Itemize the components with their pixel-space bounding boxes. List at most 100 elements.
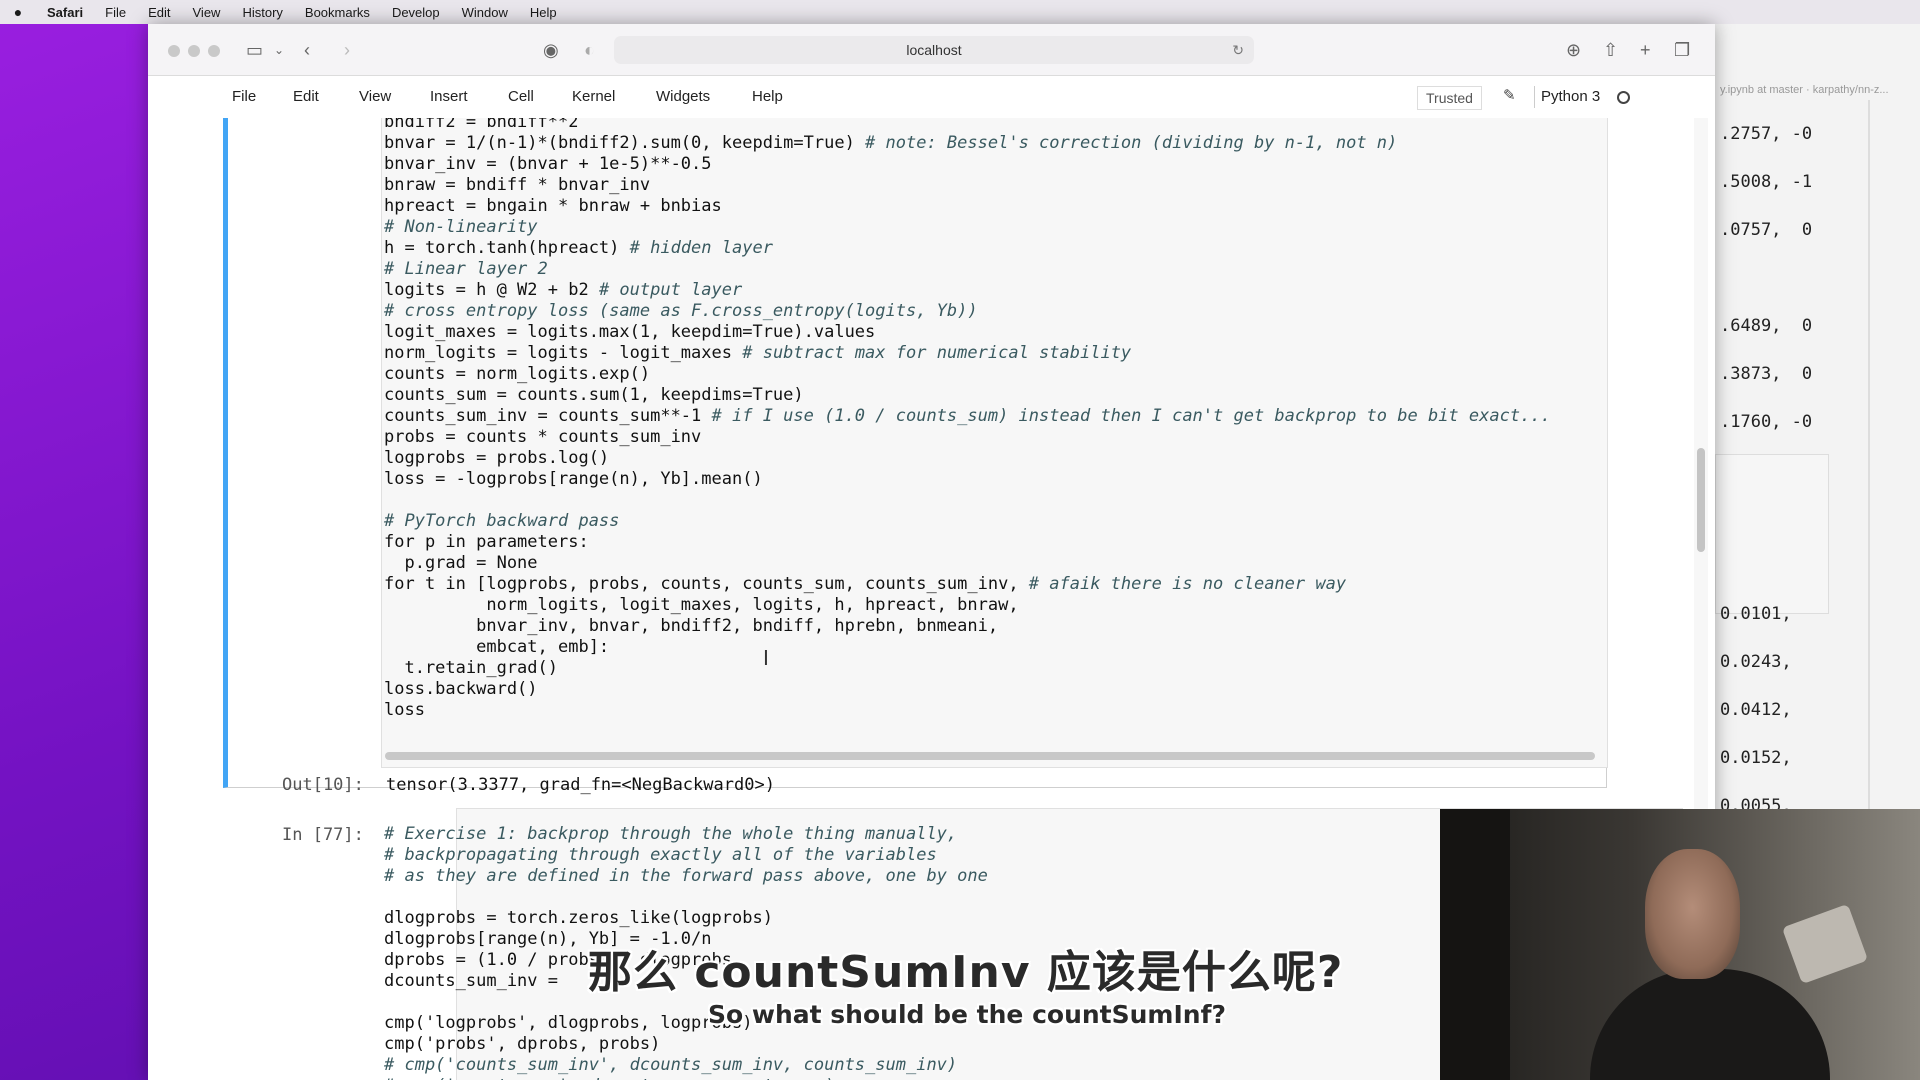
code-line: for p in parameters:	[384, 532, 589, 552]
menu-edit[interactable]: Edit	[137, 5, 181, 20]
back-icon[interactable]: ‹	[304, 38, 310, 62]
code-line: for t in [logprobs, probs, counts, count…	[384, 574, 1347, 594]
code-line: loss	[384, 700, 425, 720]
address-bar[interactable]: localhost ↻	[614, 36, 1254, 64]
code-line: embcat, emb]:	[384, 637, 610, 657]
jupyter-menu-edit[interactable]: Edit	[293, 76, 319, 118]
code-line: # cross entropy loss (same as F.cross_en…	[384, 301, 978, 321]
safari-toolbar: ▭ ⌄ ‹ › ◉ ◐ localhost ↻ ⊕ ⇧ + ❐	[148, 24, 1715, 76]
window-zoom-button[interactable]	[208, 45, 220, 57]
background-value: .6489, 0	[1720, 316, 1813, 336]
shield-icon[interactable]: ◐	[584, 38, 595, 62]
apple-icon[interactable]: ●	[0, 4, 36, 20]
code-line: logit_maxes = logits.max(1, keepdim=True…	[384, 322, 876, 342]
code-cell-1-source[interactable]: bndiff2 = bndiff**2 bnvar = 1/(n-1)*(bndi…	[384, 118, 1551, 721]
code-line: # PyTorch backward pass	[384, 511, 620, 531]
code-line: # cmp('counts_sum', dcounts_sum, counts_…	[384, 1076, 988, 1080]
code-line: bnvar = 1/(n-1)*(bndiff2).sum(0, keepdim…	[384, 133, 1398, 153]
download-icon[interactable]: ⊕	[1566, 38, 1581, 62]
code-line: # Non-linearity	[384, 217, 538, 237]
cell-output: tensor(3.3377, grad_fn=<NegBackward0>)	[386, 775, 775, 795]
code-line: logprobs = probs.log()	[384, 448, 610, 468]
code-line: bndiff2 = bndiff**2	[384, 118, 579, 132]
code-line: probs = counts * counts_sum_inv	[384, 427, 702, 447]
background-value: .2757, -0	[1720, 124, 1813, 144]
kernel-status-icon	[1617, 91, 1630, 104]
menu-help[interactable]: Help	[519, 5, 568, 20]
jupyter-menu-kernel[interactable]: Kernel	[572, 76, 615, 118]
tab-overview-icon[interactable]: ❐	[1674, 38, 1690, 62]
menu-file[interactable]: File	[94, 5, 137, 20]
background-value: 0.0243,	[1720, 652, 1792, 672]
privacy-report-icon[interactable]: ◉	[543, 38, 559, 62]
code-line: cmp('probs', dprobs, probs)	[384, 1034, 661, 1054]
code-line: loss = -logprobs[range(n), Yb].mean()	[384, 469, 763, 489]
notebook-scrollbar-thumb[interactable]	[1697, 448, 1705, 552]
background-value: .1760, -0	[1720, 412, 1813, 432]
new-tab-icon[interactable]: +	[1640, 38, 1651, 62]
background-output-values: .2757, -0 .5008, -1 .0757, 0 .6489, 0 .3…	[1720, 110, 1812, 830]
background-value: .5008, -1	[1720, 172, 1813, 192]
background-value: 0.0101,	[1720, 604, 1792, 624]
menu-window[interactable]: Window	[451, 5, 519, 20]
background-tab-title[interactable]: y.ipynb at master · karpathy/nn-z...	[1720, 84, 1900, 96]
background-divider	[1868, 100, 1870, 830]
background-value: 0.0152,	[1720, 748, 1792, 768]
code-line: # backpropagating through exactly all of…	[384, 845, 937, 865]
menu-bookmarks[interactable]: Bookmarks	[294, 5, 381, 20]
code-cell-horizontal-scrollbar[interactable]	[385, 752, 1595, 760]
pencil-icon[interactable]: ✎	[1503, 86, 1516, 104]
code-line: # Exercise 1: backprop through the whole…	[384, 824, 958, 844]
background-value: .0757, 0	[1720, 220, 1813, 240]
subtitle-english: So what should be the countSumInf?	[708, 1000, 1226, 1029]
webcam-overlay	[1440, 809, 1920, 1080]
code-line: bnvar_inv, bnvar, bndiff2, bndiff, hpreb…	[384, 616, 999, 636]
webcam-background-shelf	[1440, 809, 1510, 1080]
menu-develop[interactable]: Develop	[381, 5, 451, 20]
jupyter-menu-help[interactable]: Help	[752, 76, 783, 118]
sidebar-icon[interactable]: ▭	[246, 38, 263, 62]
jupyter-menu-cell[interactable]: Cell	[508, 76, 534, 118]
code-line: t.retain_grad()	[384, 658, 558, 678]
background-value	[1720, 494, 1812, 542]
jupyter-menu-widgets[interactable]: Widgets	[656, 76, 710, 118]
window-minimize-button[interactable]	[188, 45, 200, 57]
jupyter-menu-file[interactable]: File	[232, 76, 256, 118]
kernel-name[interactable]: Python 3	[1534, 86, 1600, 108]
menu-view[interactable]: View	[182, 5, 232, 20]
presenter-body	[1590, 969, 1830, 1080]
input-prompt: In [77]:	[282, 825, 364, 845]
share-icon[interactable]: ⇧	[1603, 38, 1618, 62]
jupyter-menu-view[interactable]: View	[359, 76, 391, 118]
background-value	[1720, 446, 1812, 494]
code-line: norm_logits, logit_maxes, logits, h, hpr…	[384, 595, 1019, 615]
forward-icon[interactable]: ›	[344, 38, 350, 62]
code-line: h = torch.tanh(hpreact) # hidden layer	[384, 238, 773, 258]
reload-icon[interactable]: ↻	[1232, 36, 1244, 64]
webcam-background-lamp	[1781, 903, 1869, 985]
code-line: p.grad = None	[384, 553, 538, 573]
code-line: bnraw = bndiff * bnvar_inv	[384, 175, 651, 195]
code-line: logits = h @ W2 + b2 # output layer	[384, 280, 743, 300]
text-cursor-icon: I	[763, 646, 769, 670]
code-line: counts_sum = counts.sum(1, keepdims=True…	[384, 385, 804, 405]
code-line: # as they are defined in the forward pas…	[384, 866, 988, 886]
code-line: counts_sum_inv = counts_sum**-1 # if I u…	[384, 406, 1551, 426]
trusted-indicator[interactable]: Trusted	[1417, 86, 1482, 110]
subtitle-chinese: 那么 countSumInv 应该是什么呢?	[588, 947, 1344, 998]
jupyter-menu-insert[interactable]: Insert	[430, 76, 468, 118]
url-text: localhost	[906, 42, 962, 58]
background-value: 0.0412,	[1720, 700, 1792, 720]
window-close-button[interactable]	[168, 45, 180, 57]
code-line: counts = norm_logits.exp()	[384, 364, 651, 384]
chevron-down-icon[interactable]: ⌄	[274, 38, 284, 62]
menu-safari[interactable]: Safari	[36, 5, 94, 20]
jupyter-menu-bar: File Edit View Insert Cell Kernel Widget…	[148, 76, 1715, 118]
presenter-face	[1645, 849, 1740, 979]
menu-history[interactable]: History	[231, 5, 293, 20]
output-prompt: Out[10]:	[282, 775, 364, 795]
code-line: loss.backward()	[384, 679, 538, 699]
code-line: # Linear layer 2	[384, 259, 548, 279]
